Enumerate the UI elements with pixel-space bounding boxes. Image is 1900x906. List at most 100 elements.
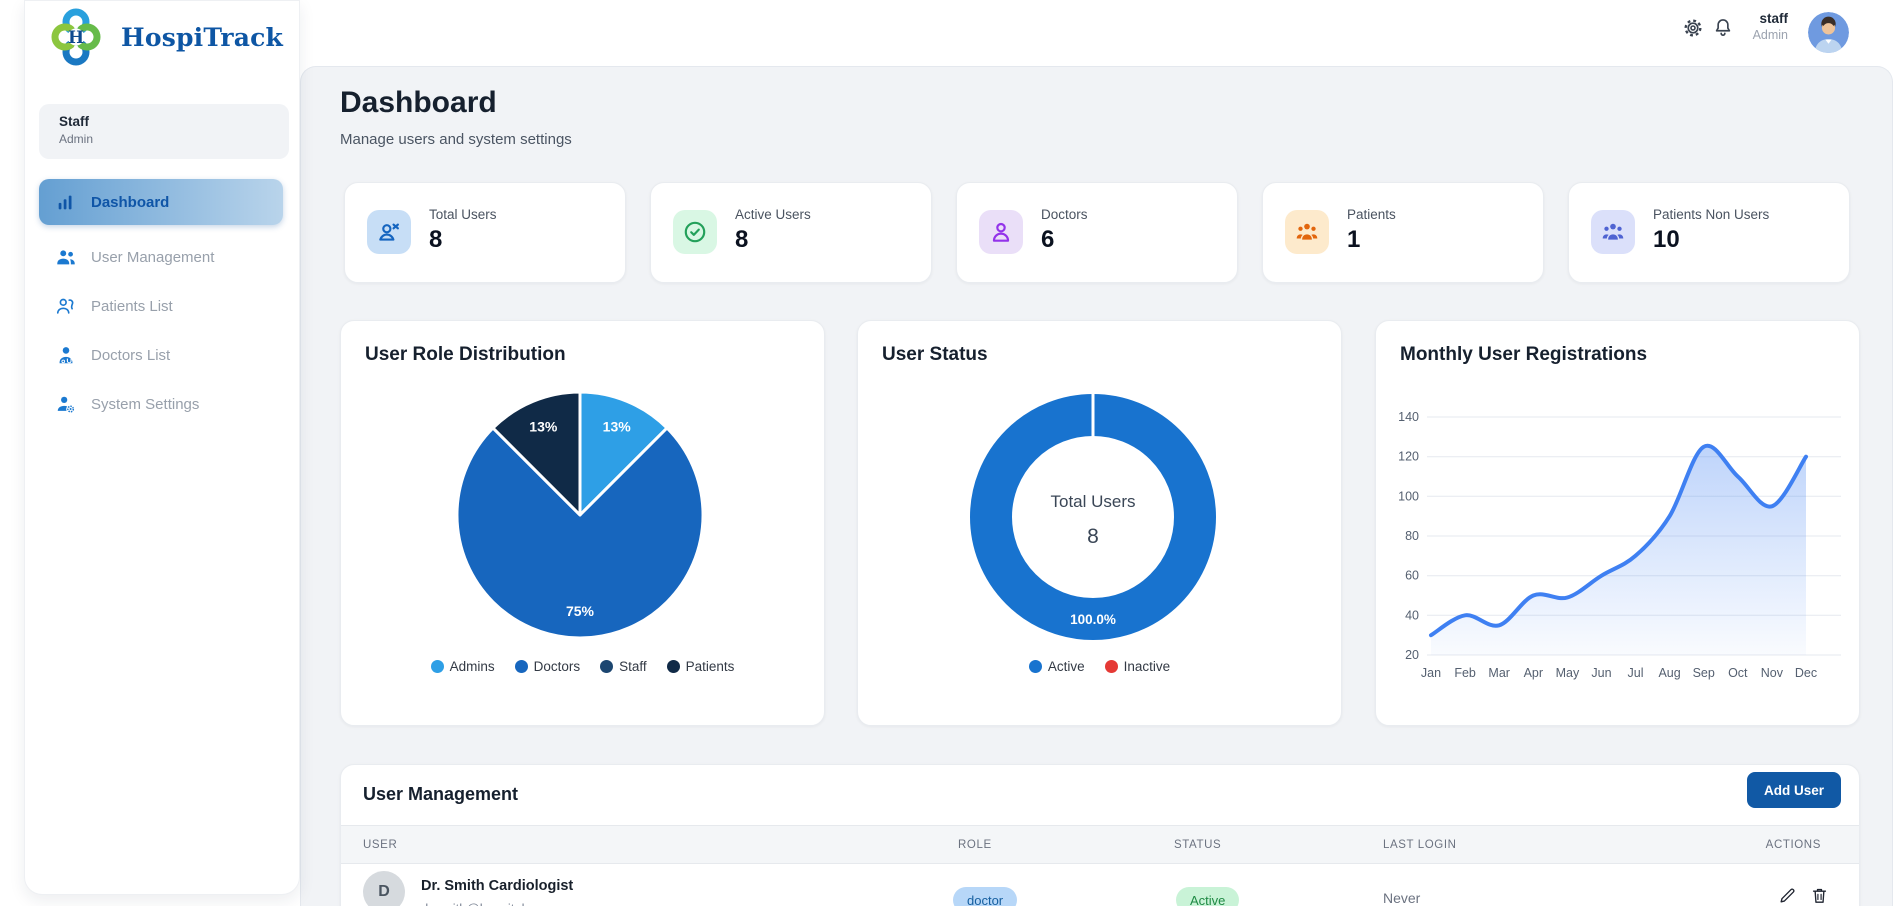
stat-label: Patients (1347, 207, 1396, 222)
chart-card-user-status: User Status Total Users 8 100.0% Active In… (857, 320, 1342, 726)
x-tick-label: Aug (1658, 666, 1680, 680)
page-title: Dashboard (340, 86, 497, 119)
edit-pencil-icon[interactable] (1778, 886, 1797, 905)
column-header-status: STATUS (1174, 839, 1222, 851)
stat-value: 1 (1347, 226, 1361, 253)
header-user-role: Admin (1752, 28, 1788, 42)
stat-label: Total Users (429, 207, 497, 222)
delete-trash-icon[interactable] (1810, 886, 1829, 905)
stat-value: 8 (429, 226, 443, 253)
legend-label: Inactive (1123, 659, 1171, 674)
legend-label: Staff (619, 659, 647, 674)
person-outline-icon (979, 210, 1023, 254)
page-subtitle: Manage users and system settings (340, 131, 572, 148)
y-tick-label: 40 (1405, 608, 1419, 622)
sidebar-item-dashboard[interactable]: Dashboard (39, 179, 283, 225)
bar-chart-icon (58, 195, 72, 210)
column-header-actions: ACTIONS (1765, 839, 1821, 851)
brand-logo-row[interactable]: H HospiTrack (47, 7, 283, 67)
add-user-button[interactable]: Add User (1746, 772, 1841, 808)
sidebar-item-doctors-list[interactable]: Doctors List (39, 332, 283, 378)
y-tick-label: 60 (1405, 569, 1419, 583)
sidebar-item-label: System Settings (91, 395, 200, 413)
sidebar-item-label: User Management (91, 248, 215, 266)
legend-dot (1028, 660, 1042, 673)
legend-dot (600, 660, 614, 673)
profile-name: Staff (59, 114, 89, 129)
chart-card-user-role-distribution: User Role Distribution 13% 75% 13% Admins … (340, 320, 825, 726)
people-group-icon (1285, 210, 1329, 254)
legend-label: Doctors (533, 659, 581, 674)
stat-card-active-users: Active Users 8 (650, 182, 932, 283)
legend-item-active[interactable]: Active (1028, 659, 1085, 674)
table-header-row: USER ROLE STATUS LAST LOGIN ACTIONS (341, 825, 1859, 864)
x-tick-label: Sep (1693, 666, 1715, 680)
stat-card-total-users: Total Users 8 (344, 182, 626, 283)
stat-label: Active Users (735, 207, 811, 222)
header-user-info[interactable]: staff Admin (1753, 11, 1788, 42)
chart-card-monthly-registrations: Monthly User Registrations 20 40 60 80 100 12… (1375, 320, 1860, 726)
donut-ring-active[interactable] (970, 394, 1216, 640)
pie-slice-label: 13% (529, 418, 558, 434)
brand-name: HospiTrack (121, 22, 284, 52)
pie-legend: Admins Doctors Staff Patients (341, 659, 824, 674)
sidebar-profile-chip: Staff Admin (39, 104, 289, 159)
app-window: staff Admin H HospiTrack Staff Admin Das… (0, 0, 1900, 906)
row-user-email: dr.smith@hospital.com (421, 901, 553, 906)
user-gear-icon (57, 396, 75, 413)
stat-value: 8 (735, 226, 749, 253)
profile-role: Admin (59, 132, 94, 146)
sidebar: H HospiTrack Staff Admin Dashboard User … (24, 0, 300, 895)
y-tick-label: 20 (1405, 648, 1419, 662)
legend-item-patients[interactable]: Patients (666, 659, 734, 674)
sidebar-item-patients-list[interactable]: Patients List (39, 283, 283, 329)
users-x-icon (367, 210, 411, 254)
legend-dot (430, 660, 444, 673)
role-badge: doctor (953, 887, 1018, 906)
doctor-icon (59, 347, 73, 364)
row-last-login: Never (1383, 890, 1421, 906)
y-tick-label: 80 (1405, 529, 1419, 543)
pie-slice-label: 13% (603, 418, 632, 434)
hospitrack-logo-icon: H (47, 8, 105, 66)
svg-text:H: H (68, 28, 84, 48)
y-tick-label: 140 (1398, 410, 1419, 424)
user-avatar[interactable] (1808, 12, 1849, 53)
legend-dot (666, 660, 680, 673)
x-tick-label: Jan (1421, 666, 1441, 680)
stat-value: 10 (1653, 226, 1680, 253)
stat-value: 6 (1041, 226, 1055, 253)
stat-label: Doctors (1041, 207, 1088, 222)
section-title: User Management (363, 784, 519, 804)
legend-item-inactive[interactable]: Inactive (1104, 659, 1171, 674)
sidebar-item-label: Doctors List (91, 346, 171, 364)
settings-gear-icon[interactable] (1682, 17, 1704, 39)
row-avatar: D (363, 871, 405, 906)
column-header-role: ROLE (958, 839, 992, 851)
column-header-user: USER (363, 839, 398, 851)
x-tick-label: Feb (1454, 666, 1476, 680)
legend-item-doctors[interactable]: Doctors (514, 659, 581, 674)
stat-card-doctors: Doctors 6 (956, 182, 1238, 283)
legend-item-staff[interactable]: Staff (600, 659, 647, 674)
user-management-section: User Management Add User USER ROLE STATU… (340, 764, 1860, 906)
donut-slice-label: 100.0% (1070, 612, 1116, 627)
legend-item-admins[interactable]: Admins (430, 659, 495, 674)
pie-slice-label: 75% (566, 603, 595, 619)
donut-center-title: Total Users (1050, 492, 1135, 511)
avatar-photo (1808, 12, 1849, 53)
sidebar-item-user-management[interactable]: User Management (39, 234, 283, 280)
x-tick-label: Dec (1795, 666, 1817, 680)
row-user-name: Dr. Smith Cardiologist (421, 878, 574, 894)
people-group-icon (1591, 210, 1635, 254)
status-badge: Active (1176, 887, 1240, 906)
x-tick-label: Oct (1728, 666, 1748, 680)
header-user-name: staff (1759, 11, 1788, 26)
notifications-bell-icon[interactable] (1712, 17, 1734, 39)
sidebar-item-system-settings[interactable]: System Settings (39, 381, 283, 427)
legend-label: Admins (449, 659, 495, 674)
patients-outline-icon (56, 298, 74, 314)
legend-dot (514, 660, 528, 673)
x-tick-label: Nov (1761, 666, 1784, 680)
legend-label: Active (1047, 659, 1085, 674)
